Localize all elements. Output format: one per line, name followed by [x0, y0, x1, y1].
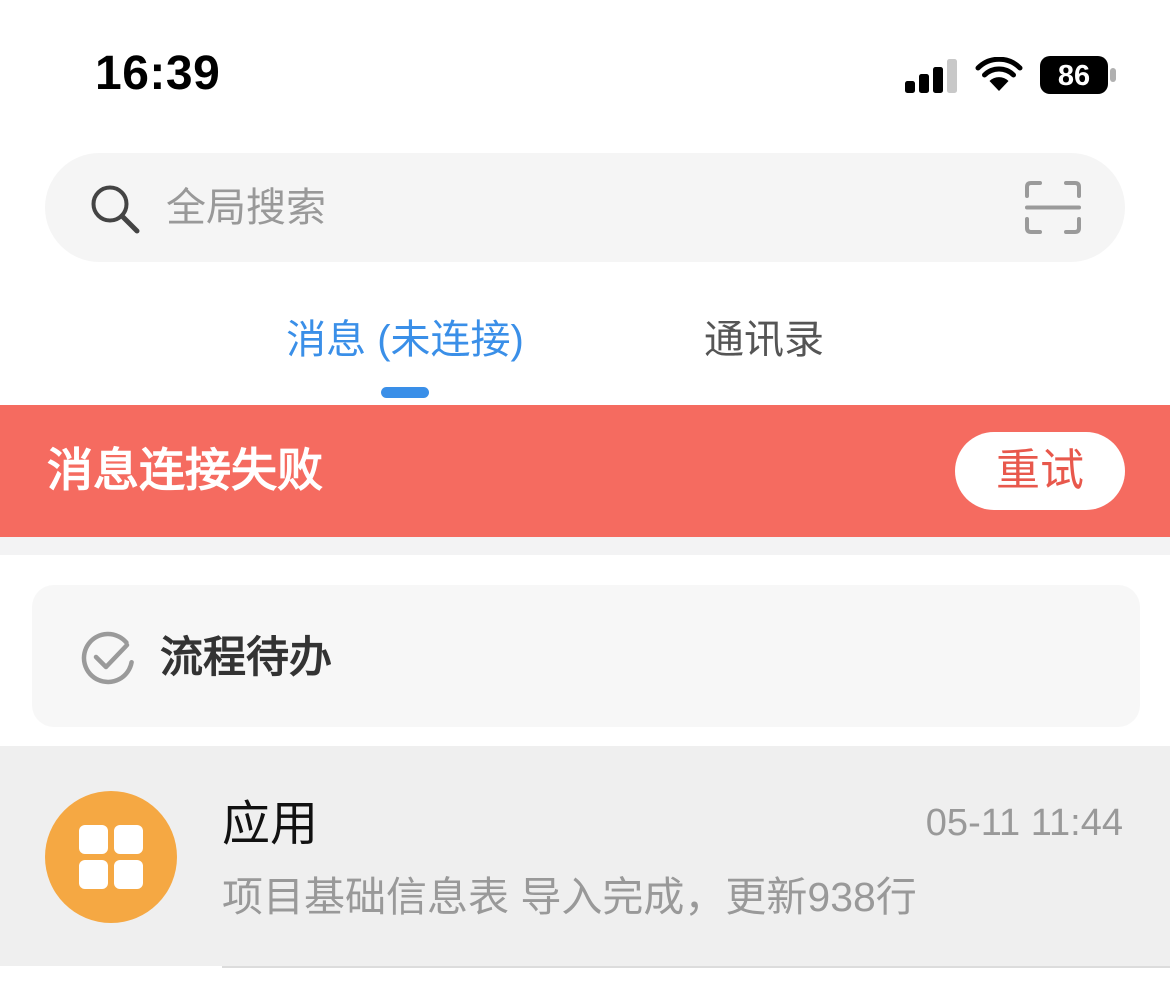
tab-messages[interactable]: 消息 (未连接): [245, 310, 565, 370]
list-divider: [222, 966, 1170, 968]
conversation-title: 应用: [222, 798, 319, 851]
status-time: 16:39: [95, 47, 221, 100]
avatar: [45, 791, 177, 923]
tab-contacts-label: 通讯录: [704, 318, 824, 362]
active-tab-indicator: [381, 387, 429, 398]
battery-icon: 86: [1040, 56, 1116, 94]
retry-button[interactable]: 重试: [955, 432, 1125, 510]
search-icon: [91, 185, 140, 234]
tab-contacts[interactable]: 通讯录: [664, 310, 864, 370]
conversation-timestamp: 05-11 11:44: [925, 802, 1123, 844]
section-separator: [0, 537, 1170, 555]
check-circle-icon: [81, 631, 134, 685]
search-input[interactable]: [150, 176, 1006, 240]
tab-messages-label: 消息 (未连接): [286, 318, 524, 362]
scan-icon[interactable]: [1024, 180, 1082, 235]
workflow-todo-label: 流程待办: [160, 634, 332, 682]
battery-level: 86: [1058, 60, 1090, 92]
wifi-icon: [975, 57, 1023, 91]
signal-icon: [905, 59, 957, 93]
connection-error-text: 消息连接失败: [47, 444, 323, 496]
app-grid-icon: [79, 825, 143, 889]
conversation-preview: 项目基础信息表 导入完成，更新938行: [222, 874, 917, 920]
